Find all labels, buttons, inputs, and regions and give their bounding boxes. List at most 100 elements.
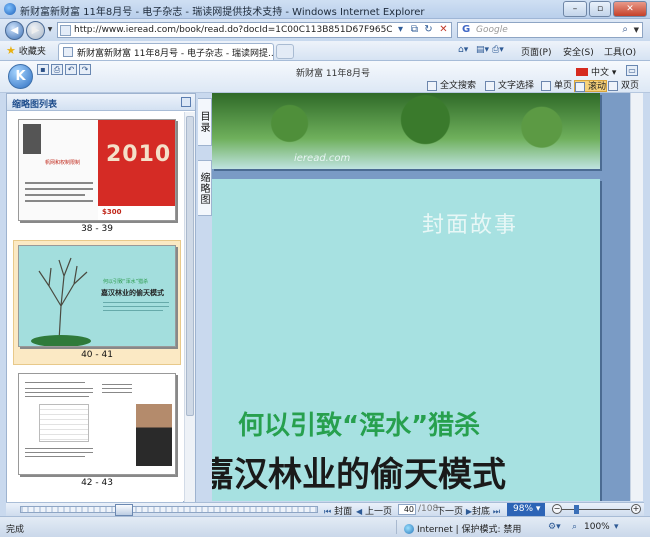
thumbnail-scroll-thumb[interactable] [186, 116, 194, 416]
thumbnail-list: 帆网和权制限制 2010 $300 38 - 39 何以引致“浑水”猎杀 嘉汉林… [7, 112, 183, 502]
full-text-search-button[interactable]: 全文搜索 [427, 80, 476, 92]
back-button[interactable]: ◀ [5, 21, 24, 40]
thumbnail-main-headline: 嘉汉林业的偷天模式 [101, 289, 164, 297]
menu-tools[interactable]: 工具(O) [604, 45, 636, 58]
compatibility-icon[interactable]: ⧉ [408, 24, 421, 36]
tab-thumbnails[interactable]: 缩略图 [198, 160, 212, 216]
minimize-button[interactable]: – [563, 1, 587, 17]
ieread-logo[interactable]: K [8, 64, 33, 89]
thumbnail-panel-title: 缩略图列表 [12, 100, 58, 110]
security-zone[interactable]: Internet | 保护模式: 禁用 [404, 522, 521, 535]
toc-tab-label: 目录 [198, 111, 209, 133]
status-divider [396, 520, 397, 534]
redo-icon[interactable]: ↷ [79, 64, 91, 75]
maximize-button[interactable]: ▫ [589, 1, 611, 17]
language-selector[interactable]: 中文 ▾ [576, 65, 616, 78]
zoom-track [562, 509, 630, 510]
recent-pages-dropdown[interactable]: ▼ [46, 26, 54, 34]
thumbnail-image[interactable]: 何以引致“浑水”猎杀 嘉汉林业的偷天模式 [18, 245, 176, 347]
zoom-slider[interactable]: − + [552, 504, 642, 515]
globe-icon [404, 524, 414, 534]
undo-icon[interactable]: ↶ [65, 64, 77, 75]
tab-table-of-contents[interactable]: 目录 [198, 98, 212, 146]
address-bar[interactable]: http://www.ieread.com/book/read.do?docId… [57, 22, 452, 38]
status-text: 完成 [6, 525, 25, 535]
print-icon[interactable]: ⎙▾ [492, 45, 504, 55]
thumbnail-photo [23, 124, 41, 154]
home-icon[interactable]: ⌂▾ [458, 45, 468, 55]
magazine-viewer: ieread.com 封面故事 何以引致“浑水”猎杀 嘉汉林业的偷天模式 [212, 93, 630, 501]
zoom-slider-thumb[interactable] [573, 505, 579, 514]
language-label: 中文 [591, 68, 610, 78]
search-doc-icon [427, 81, 437, 91]
address-toolbar: ◀ ▶ ▼ http://www.ieread.com/book/read.do… [0, 19, 650, 41]
reader-toolbar: K ▪ ⎙ ↶ ↷ 新财富 11年8月号 中文 ▾ ▭ 全文搜索 文字选择 单页… [0, 61, 650, 93]
thumbnail-image[interactable]: 帆网和权制限制 2010 $300 [18, 119, 176, 221]
save-icon[interactable]: ▪ [37, 64, 49, 75]
panel-pin-icon[interactable] [181, 97, 191, 107]
thumbnail-big-number: 2010 [106, 142, 172, 167]
layout-icon[interactable]: ▭ [626, 65, 638, 76]
stop-icon[interactable]: ✕ [437, 24, 450, 36]
url-text[interactable]: http://www.ieread.com/book/read.do?docId… [74, 25, 392, 35]
search-dropdown-icon[interactable]: ▼ [634, 26, 639, 34]
article-subheadline: 何以引致“浑水”猎杀 [238, 411, 481, 441]
previous-page-bottom: ieread.com [212, 93, 600, 169]
page-icon [60, 25, 71, 36]
search-placeholder[interactable]: Google [476, 25, 508, 35]
single-page-button[interactable]: 单页 [541, 80, 572, 92]
page-slider[interactable] [20, 504, 318, 516]
zoom-level-selector[interactable]: 98% ▾ [507, 503, 545, 516]
window-title-bar: 新财富新财富 11年8月号 - 电子杂志 - 瑞读网提供技术支持 - Windo… [0, 0, 650, 19]
thumbnail-left-page: 帆网和权制限制 [19, 120, 98, 220]
page-slider-knob[interactable] [115, 504, 133, 516]
feeds-icon[interactable]: ▤▾ [476, 45, 489, 55]
favorites-button[interactable]: ★ 收藏夹 [6, 44, 46, 57]
new-tab-button[interactable] [276, 44, 294, 59]
thumbnail-scrollbar[interactable] [184, 112, 195, 502]
text-select-label: 文字选择 [498, 81, 535, 91]
print-doc-icon[interactable]: ⎙ [51, 64, 63, 75]
scroll-mode-button[interactable]: 滚动 [574, 80, 608, 92]
full-text-search-label: 全文搜索 [440, 81, 477, 91]
text-select-button[interactable]: 文字选择 [485, 80, 534, 92]
search-box[interactable]: G Google ⌕ ▼ [457, 22, 643, 38]
forward-button[interactable]: ▶ [26, 21, 45, 40]
zoom-icon[interactable]: ⌕ [572, 522, 577, 532]
thumbnail-item-selected[interactable]: 何以引致“浑水”猎杀 嘉汉林业的偷天模式 40 - 41 [13, 240, 181, 365]
menu-safety[interactable]: 安全(S) [563, 45, 594, 58]
zoom-level-label: 98% [513, 504, 534, 514]
zoom-dropdown-icon[interactable]: ▾ [614, 522, 619, 532]
refresh-icon[interactable]: ↻ [422, 24, 435, 36]
security-zone-label: Internet | 保护模式: 禁用 [417, 525, 522, 535]
first-page-icon: ⏮ [324, 507, 332, 516]
tab-page-icon [63, 47, 73, 57]
browser-tab[interactable]: 新财富新财富 11年8月号 - 电子杂志 - 瑞读网提... [58, 43, 274, 60]
thumbnail-page-range: 42 - 43 [81, 478, 113, 488]
current-page-input[interactable]: 40 [398, 504, 416, 515]
star-icon: ★ [6, 44, 16, 57]
zoom-out-icon[interactable]: − [552, 504, 562, 514]
thumbnail-item[interactable]: 42 - 43 [13, 368, 181, 493]
thumbnail-panel-header: 缩略图列表 [7, 94, 195, 111]
window-title: 新财富新财富 11年8月号 - 电子杂志 - 瑞读网提供技术支持 - Windo… [20, 7, 425, 18]
thumbnail-image[interactable] [18, 373, 176, 475]
thumbnail-item[interactable]: 帆网和权制限制 2010 $300 38 - 39 [13, 114, 181, 239]
cover-story-label: 封面故事 [422, 213, 519, 238]
browser-zoom[interactable]: 100% [584, 522, 610, 532]
address-dropdown-icon[interactable]: ▾ [394, 24, 407, 36]
single-page-icon [541, 81, 551, 91]
thumbnail-table [39, 404, 89, 442]
close-window-button[interactable]: ✕ [613, 1, 647, 17]
search-icon[interactable]: ⌕ [622, 24, 628, 35]
viewer-scrollbar[interactable] [630, 93, 643, 501]
last-page-icon: ⏭ [492, 507, 501, 516]
double-page-button[interactable]: 双页 [608, 80, 639, 92]
double-page-icon [608, 81, 618, 91]
document-title: 新财富 11年8月号 [296, 69, 371, 79]
menu-page[interactable]: 页面(P) [521, 45, 551, 58]
protected-mode-icon[interactable]: ⚙▾ [548, 522, 561, 532]
thumbnail-subheadline: 何以引致“浑水”猎杀 [103, 279, 149, 285]
zoom-in-icon[interactable]: + [631, 504, 641, 514]
thumbnail-portrait [136, 404, 172, 466]
